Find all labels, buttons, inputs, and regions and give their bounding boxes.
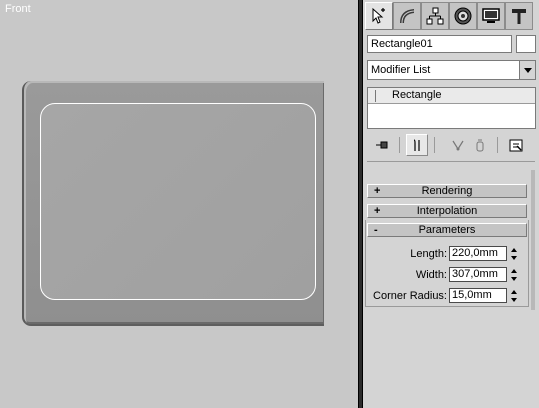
length-label: Length: xyxy=(410,248,447,260)
spinner-down-icon[interactable] xyxy=(509,296,518,303)
length-spinner[interactable] xyxy=(509,246,518,261)
corner-radius-spinner[interactable] xyxy=(509,288,518,303)
display-icon xyxy=(482,8,500,23)
width-label: Width: xyxy=(415,269,447,281)
modifier-list-dropdown[interactable]: Modifier List xyxy=(367,60,536,80)
chevron-down-icon[interactable] xyxy=(519,61,535,79)
length-input[interactable]: 220,0mm xyxy=(449,246,507,261)
corner-radius-param: Corner Radius: 15,0mm xyxy=(367,288,527,304)
pin-stack-button[interactable] xyxy=(371,134,393,156)
stack-item-rectangle[interactable]: Rectangle xyxy=(368,88,535,104)
tab-utilities[interactable] xyxy=(505,2,533,30)
spinner-up-icon[interactable] xyxy=(509,267,518,274)
tab-hierarchy[interactable] xyxy=(421,2,449,30)
remove-modifier-button[interactable] xyxy=(469,134,491,156)
trash-icon xyxy=(476,139,484,152)
show-end-result-button[interactable] xyxy=(406,134,428,156)
show-end-result-icon xyxy=(413,139,420,151)
viewport-label[interactable]: Front xyxy=(5,3,31,15)
modifier-stack[interactable]: Rectangle xyxy=(367,87,536,129)
width-input[interactable]: 307,0mm xyxy=(449,267,507,282)
rollout-interpolation[interactable]: + Interpolation xyxy=(367,204,527,218)
configure-modifier-sets-button[interactable] xyxy=(505,134,527,156)
make-unique-button[interactable] xyxy=(447,134,469,156)
object-name-input[interactable]: Rectangle01 xyxy=(367,35,512,53)
rollout-title: Rendering xyxy=(421,185,473,197)
rollout-rendering[interactable]: + Rendering xyxy=(367,184,527,198)
rollout-title: Interpolation xyxy=(416,205,478,217)
stack-toolbar xyxy=(367,134,536,156)
object-color-swatch[interactable] xyxy=(516,35,536,53)
stack-item-label: Rectangle xyxy=(392,89,442,101)
tab-modify[interactable] xyxy=(393,2,421,30)
panel-separator xyxy=(367,161,535,162)
tab-create[interactable] xyxy=(365,2,393,30)
modifier-list-label: Modifier List xyxy=(371,64,431,76)
tab-motion[interactable] xyxy=(449,2,477,30)
configure-sets-icon xyxy=(509,139,523,152)
create-arrow-icon xyxy=(372,7,385,24)
front-viewport[interactable]: Front xyxy=(0,0,358,408)
command-panel: Rectangle01 Modifier List Rectangle + Re… xyxy=(363,0,539,408)
corner-radius-input[interactable]: 15,0mm xyxy=(449,288,507,303)
modify-icon xyxy=(400,9,415,24)
make-unique-icon xyxy=(452,140,464,151)
toolbar-separator xyxy=(497,137,498,153)
toolbar-separator xyxy=(434,137,435,153)
tab-display[interactable] xyxy=(477,2,505,30)
command-panel-tabs xyxy=(365,2,533,30)
rectangle-object-body[interactable] xyxy=(22,81,324,326)
spinner-down-icon[interactable] xyxy=(509,254,518,261)
spinner-down-icon[interactable] xyxy=(509,275,518,282)
width-param: Width: 307,0mm xyxy=(367,267,527,283)
rectangle-spline-outline[interactable] xyxy=(40,103,316,300)
spinner-up-icon[interactable] xyxy=(509,246,518,253)
hierarchy-icon xyxy=(426,7,444,25)
stack-item-bar-icon xyxy=(375,90,376,102)
utilities-hammer-icon xyxy=(512,9,526,24)
length-param: Length: 220,0mm xyxy=(367,246,527,262)
motion-icon xyxy=(454,7,472,25)
toolbar-separator xyxy=(399,137,400,153)
width-spinner[interactable] xyxy=(509,267,518,282)
pin-icon xyxy=(376,141,388,149)
corner-radius-label: Corner Radius: xyxy=(373,290,447,302)
panel-scrollbar[interactable] xyxy=(531,170,535,310)
spinner-up-icon[interactable] xyxy=(509,288,518,295)
